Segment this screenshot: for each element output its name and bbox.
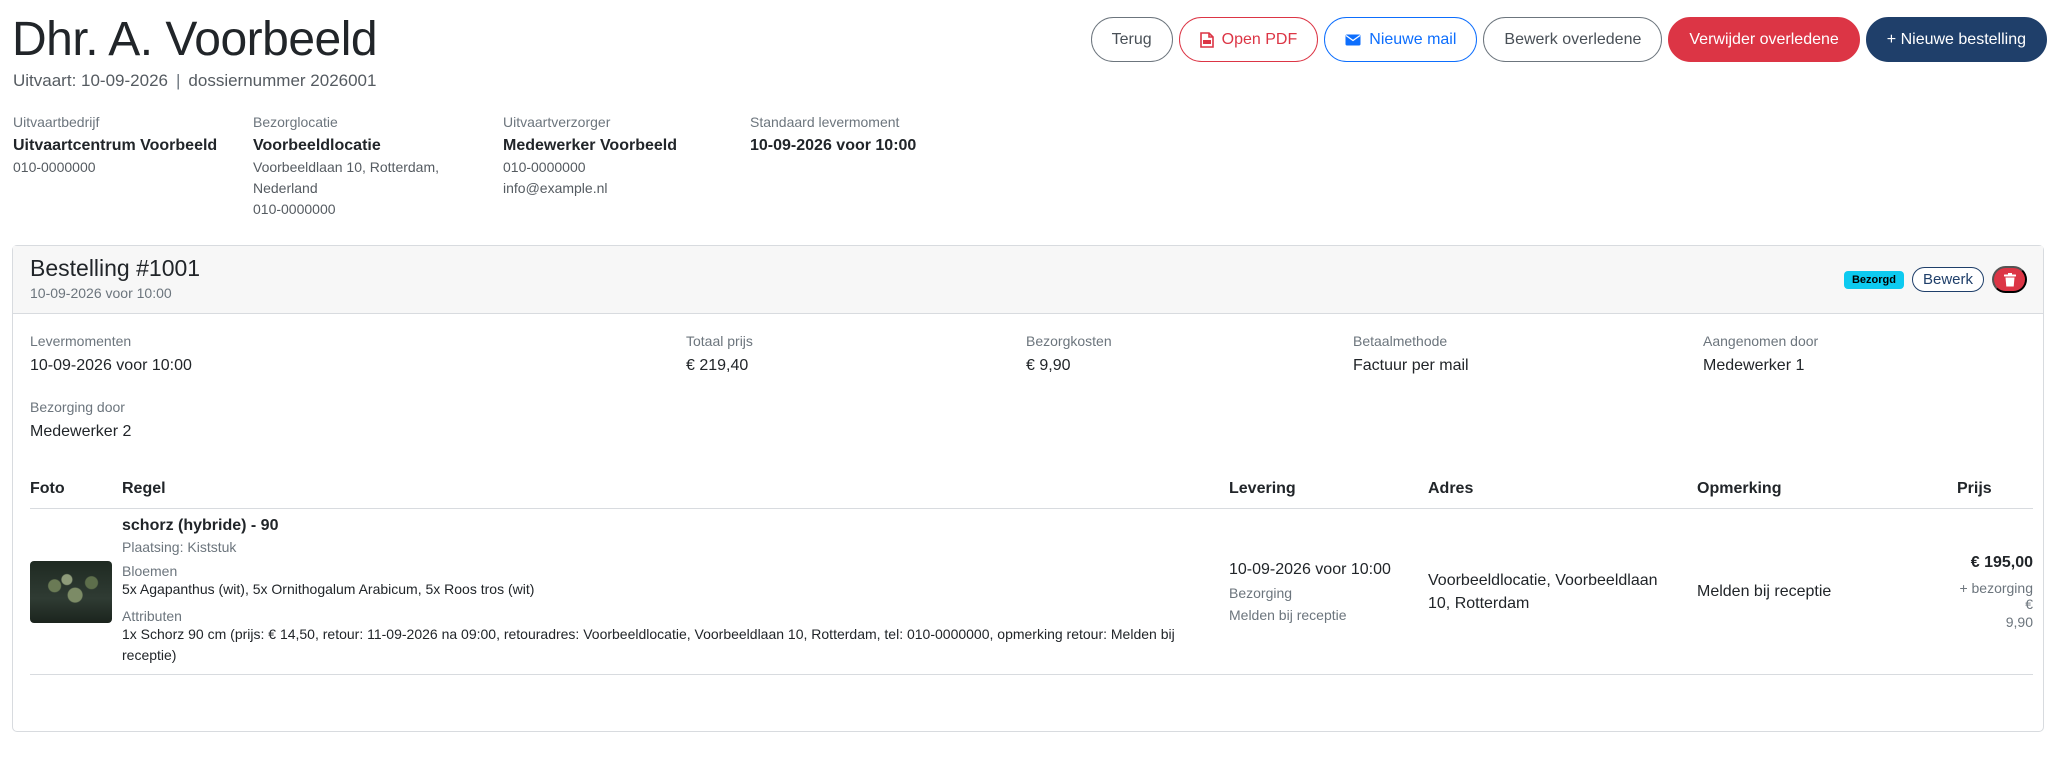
edit-order-label: Bewerk: [1922, 271, 1973, 288]
page-title: Dhr. A. Voorbeeld: [12, 13, 378, 66]
col-foto: Foto: [30, 474, 122, 509]
photo-cell: [30, 508, 122, 675]
location-info: Bezorglocatie Voorbeeldlocatie Voorbeeld…: [253, 112, 503, 220]
delivery-cell: 10-09-2026 voor 10:00 Bezorging Melden b…: [1229, 508, 1428, 675]
delivery-note: Melden bij receptie: [1229, 606, 1347, 623]
order-subtitle: 10-09-2026 voor 10:00: [30, 285, 172, 301]
info-section: Uitvaartbedrijf Uitvaartcentrum Voorbeel…: [13, 112, 1010, 220]
bezorging-value: Medewerker 2: [30, 423, 132, 440]
edit-deceased-label: Bewerk overledene: [1504, 30, 1642, 48]
product-name: schorz (hybride) - 90: [122, 517, 279, 534]
pdf-icon: [1199, 31, 1214, 48]
table-row: schorz (hybride) - 90 Plaatsing: Kiststu…: [30, 508, 2033, 675]
funeral-date: Uitvaart: 10-09-2026: [13, 71, 168, 90]
new-order-button[interactable]: + Nieuwe bestelling: [1865, 17, 2047, 62]
aangenomen-label: Aangenomen door: [1703, 333, 1819, 349]
location-phone: 010-0000000: [253, 201, 336, 217]
product-photo[interactable]: [30, 560, 112, 623]
order-actions: Bezorgd Bewerk: [1843, 266, 2027, 293]
price-cell: € 195,00 + bezorging € 9,90: [1957, 508, 2033, 675]
caretaker-email: info@example.nl: [503, 180, 608, 196]
flowers-text: 5x Agapanthus (wit), 5x Ornithogalum Ara…: [122, 581, 535, 597]
envelope-icon: [1345, 34, 1361, 45]
field-totaal: Totaal prijs € 219,40: [686, 333, 753, 375]
address-cell: Voorbeeldlocatie, Voorbeeldlaan 10, Rott…: [1428, 508, 1697, 675]
action-buttons: Terug Open PDF Nieuwe mail Bewerk overle…: [1090, 17, 2047, 62]
company-label: Uitvaartbedrijf: [13, 114, 100, 130]
new-order-label: + Nieuwe bestelling: [1886, 30, 2026, 48]
delivery-address: Voorbeeldlocatie, Voorbeeldlaan 10, Rott…: [1428, 571, 1658, 612]
company-phone: 010-0000000: [13, 159, 96, 175]
back-button[interactable]: Terug: [1090, 17, 1173, 62]
open-pdf-label: Open PDF: [1221, 30, 1298, 48]
totaal-value: € 219,40: [686, 357, 749, 374]
col-prijs: Prijs: [1957, 474, 2033, 509]
company-name: Uitvaartcentrum Voorbeeld: [13, 137, 218, 154]
caretaker-name: Medewerker Voorbeeld: [503, 137, 677, 154]
line-price: € 195,00: [1970, 553, 2033, 571]
caretaker-phone: 010-0000000: [503, 159, 586, 175]
betaalmethode-value: Factuur per mail: [1353, 357, 1469, 374]
delete-deceased-label: Verwijder overledene: [1689, 30, 1839, 48]
location-address-1: Voorbeeldlaan 10, Rotterdam,: [253, 159, 440, 175]
delete-order-button[interactable]: [1992, 266, 2027, 293]
delivery-info: Standaard levermoment 10-09-2026 voor 10…: [750, 112, 1010, 220]
field-bezorging: Bezorging door Medewerker 2: [30, 399, 131, 441]
delete-deceased-button[interactable]: Verwijder overledene: [1668, 17, 1860, 62]
levermomenten-label: Levermomenten: [30, 333, 132, 349]
aangenomen-value: Medewerker 1: [1703, 357, 1805, 374]
delivery-value: 10-09-2026 voor 10:00: [750, 137, 917, 154]
line-cell: schorz (hybride) - 90 Plaatsing: Kiststu…: [122, 508, 1229, 675]
col-levering: Levering: [1229, 474, 1428, 509]
caretaker-info: Uitvaartverzorger Medewerker Voorbeeld 0…: [503, 112, 750, 220]
delivery-type: Bezorging: [1229, 584, 1293, 601]
back-label: Terug: [1111, 30, 1152, 48]
subtitle: Uitvaart: 10-09-2026 | dossiernummer 20260…: [13, 71, 376, 91]
col-adres: Adres: [1428, 474, 1697, 509]
delivery-time: 10-09-2026 voor 10:00: [1229, 560, 1391, 578]
bezorgkosten-label: Bezorgkosten: [1026, 333, 1112, 349]
field-levermomenten: Levermomenten 10-09-2026 voor 10:00: [30, 333, 192, 375]
edit-deceased-button[interactable]: Bewerk overledene: [1483, 17, 1663, 62]
bezorgkosten-value: € 9,90: [1026, 357, 1071, 374]
remark-cell: Melden bij receptie: [1697, 508, 1957, 675]
attributes-label: Attributen: [122, 608, 182, 624]
field-bezorgkosten: Bezorgkosten € 9,90: [1026, 333, 1112, 375]
product-placement: Plaatsing: Kiststuk: [122, 539, 237, 555]
levermomenten-value: 10-09-2026 voor 10:00: [30, 357, 192, 374]
trash-icon: [2003, 272, 2016, 286]
company-info: Uitvaartbedrijf Uitvaartcentrum Voorbeel…: [13, 112, 253, 220]
col-regel: Regel: [122, 474, 1229, 509]
order-lines-table: Foto Regel Levering Adres Opmerking Prij…: [30, 474, 2033, 675]
field-aangenomen: Aangenomen door Medewerker 1: [1703, 333, 1818, 375]
remark-text: Melden bij receptie: [1697, 582, 1832, 600]
bezorging-label: Bezorging door: [30, 399, 125, 415]
location-name: Voorbeeldlocatie: [253, 137, 381, 154]
new-mail-button[interactable]: Nieuwe mail: [1324, 17, 1478, 62]
col-opmerking: Opmerking: [1697, 474, 1957, 509]
order-card-header: Bestelling #1001 10-09-2026 voor 10:00 B…: [13, 246, 2043, 314]
totaal-label: Totaal prijs: [686, 333, 753, 349]
betaalmethode-label: Betaalmethode: [1353, 333, 1448, 349]
delivery-label: Standaard levermoment: [750, 114, 900, 130]
flowers-label: Bloemen: [122, 563, 178, 579]
table-header-row: Foto Regel Levering Adres Opmerking Prij…: [30, 474, 2033, 509]
attributes-text: 1x Schorz 90 cm (prijs: € 14,50, retour:…: [122, 626, 1175, 663]
order-card: Bestelling #1001 10-09-2026 voor 10:00 B…: [12, 245, 2044, 732]
price-extra-2: 9,90: [2005, 613, 2033, 630]
field-betaalmethode: Betaalmethode Factuur per mail: [1353, 333, 1469, 375]
edit-order-button[interactable]: Bewerk: [1911, 267, 1984, 292]
status-badge: Bezorgd: [1843, 270, 1904, 289]
dossier-number: dossiernummer 2026001: [188, 71, 377, 90]
new-mail-label: Nieuwe mail: [1369, 30, 1457, 48]
location-address-2: Nederland: [253, 180, 318, 196]
price-extra-1: + bezorging €: [1959, 579, 2033, 612]
caretaker-label: Uitvaartverzorger: [503, 114, 611, 130]
order-title: Bestelling #1001: [30, 255, 201, 281]
separator: |: [175, 71, 181, 90]
open-pdf-button[interactable]: Open PDF: [1178, 17, 1319, 62]
location-label: Bezorglocatie: [253, 114, 338, 130]
